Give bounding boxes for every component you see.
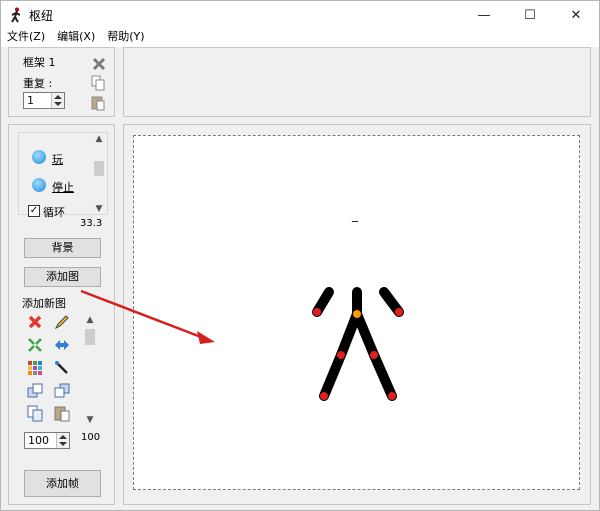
- bring-forward-icon[interactable]: [26, 382, 44, 400]
- repeat-label: 重复 :: [23, 77, 53, 90]
- maximize-button[interactable]: ☐: [507, 1, 553, 29]
- paste-icon[interactable]: [90, 95, 106, 111]
- repeat-value: 1: [27, 94, 34, 107]
- play-link[interactable]: 玩: [52, 151, 63, 167]
- add-figure-button[interactable]: 添加图: [24, 267, 101, 287]
- delete-x-icon[interactable]: [26, 313, 44, 331]
- tools-panel: 玩 停止 ✓ 循环 ▲ ▼ 33.3 背景 添加图 添加新图 ▲ ▼ 100 1…: [8, 124, 115, 505]
- repeat-stepper[interactable]: 1: [23, 92, 65, 109]
- joint-left-hand[interactable]: [313, 308, 321, 316]
- joint-right-hand[interactable]: [395, 308, 403, 316]
- color-palette-icon[interactable]: [26, 359, 44, 377]
- menu-bar: 文件(Z) 编辑(X) 帮助(Y): [1, 29, 599, 47]
- minimize-button[interactable]: —: [461, 1, 507, 29]
- speed-value: 33.3: [80, 218, 103, 229]
- flip-arrows-icon[interactable]: [53, 336, 71, 354]
- playback-box: 玩 停止 ✓ 循环 ▲ ▼: [18, 132, 108, 219]
- app-window: 枢纽 — ☐ ✕ 文件(Z) 编辑(X) 帮助(Y) 框架 1 重复 : 1 玩…: [0, 0, 600, 511]
- pencil-icon[interactable]: [53, 313, 71, 331]
- joint-right-knee[interactable]: [370, 351, 378, 359]
- menu-file[interactable]: 文件(Z): [1, 29, 51, 47]
- size-stepper-arrows[interactable]: [56, 433, 69, 448]
- stop-link[interactable]: 停止: [52, 179, 74, 195]
- close-x-icon[interactable]: [91, 56, 107, 72]
- play-icon[interactable]: [32, 150, 46, 164]
- drawing-canvas[interactable]: _: [133, 135, 580, 490]
- frame-label: 框架 1: [23, 56, 56, 69]
- figure-scale-scrollbar[interactable]: ▲ ▼: [83, 315, 97, 425]
- frame-panel: 框架 1 重复 : 1: [8, 47, 115, 117]
- title-bar: 枢纽 — ☐ ✕: [1, 1, 599, 29]
- joint-tool-icon[interactable]: [53, 359, 71, 377]
- paste-figure-icon[interactable]: [53, 405, 71, 423]
- repeat-stepper-arrows[interactable]: [51, 93, 64, 108]
- loop-checkbox[interactable]: ✓: [28, 205, 40, 217]
- size-value: 100: [28, 434, 49, 447]
- window-title: 枢纽: [29, 9, 54, 23]
- copy-figure-icon[interactable]: [26, 405, 44, 423]
- joint-right-foot[interactable]: [388, 392, 396, 400]
- shrink-arrows-icon[interactable]: [26, 336, 44, 354]
- stickman-icon: [11, 7, 21, 23]
- close-button[interactable]: ✕: [553, 1, 599, 29]
- joint-left-knee[interactable]: [337, 351, 345, 359]
- menu-help[interactable]: 帮助(Y): [101, 29, 150, 47]
- joint-left-foot[interactable]: [320, 392, 328, 400]
- copy-icon[interactable]: [90, 75, 106, 91]
- stop-icon[interactable]: [32, 178, 46, 192]
- stick-figure[interactable]: [134, 136, 581, 491]
- send-backward-icon[interactable]: [53, 382, 71, 400]
- timeline-panel: [123, 47, 591, 117]
- menu-edit[interactable]: 编辑(X): [51, 29, 101, 47]
- background-button[interactable]: 背景: [24, 238, 101, 258]
- scale-value: 100: [81, 432, 101, 443]
- speed-scrollbar[interactable]: ▲ ▼: [92, 134, 106, 214]
- new-figure-label: 添加新图: [22, 297, 66, 310]
- pivot-joint[interactable]: [353, 310, 361, 318]
- size-stepper[interactable]: 100: [24, 432, 70, 449]
- loop-label: 循环: [43, 206, 65, 219]
- add-frame-button[interactable]: 添加帧: [24, 470, 101, 497]
